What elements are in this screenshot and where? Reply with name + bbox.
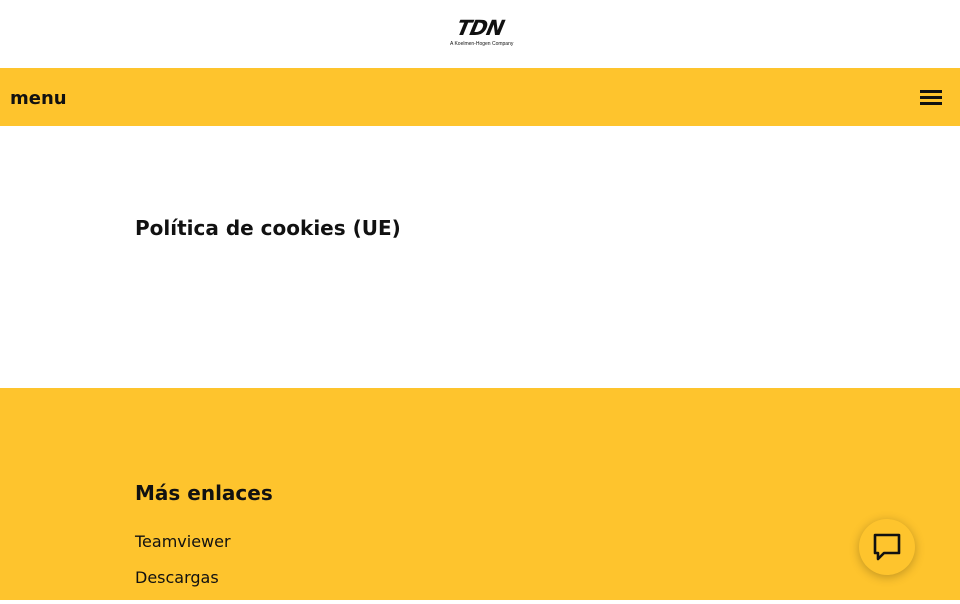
hamburger-bar <box>920 102 942 105</box>
main-navbar: menu <box>0 68 960 126</box>
logo-tagline: A Koelmen-Hogen Company <box>450 41 514 47</box>
footer-link-item: Descargas <box>135 568 231 604</box>
footer-heading: Más enlaces <box>135 481 273 505</box>
footer-links: Teamviewer Descargas <box>135 532 231 604</box>
hamburger-icon[interactable] <box>920 88 942 107</box>
logo-mark: TDN <box>454 16 506 40</box>
hamburger-bar <box>920 96 942 99</box>
page-title: Política de cookies (UE) <box>135 216 401 240</box>
footer-link-descargas[interactable]: Descargas <box>135 568 219 587</box>
top-header: TDN A Koelmen-Hogen Company <box>0 0 960 68</box>
footer-link-item: Teamviewer <box>135 532 231 568</box>
main-content: Política de cookies (UE) <box>0 126 960 388</box>
tdn-logo[interactable]: TDN A Koelmen-Hogen Company <box>450 16 514 50</box>
menu-toggle-label[interactable]: menu <box>10 88 67 110</box>
site-footer: Más enlaces Teamviewer Descargas <box>0 388 960 600</box>
chat-bubble-icon <box>873 533 901 561</box>
hamburger-bar <box>920 90 942 93</box>
chat-button[interactable] <box>859 519 915 575</box>
footer-link-teamviewer[interactable]: Teamviewer <box>135 532 231 551</box>
